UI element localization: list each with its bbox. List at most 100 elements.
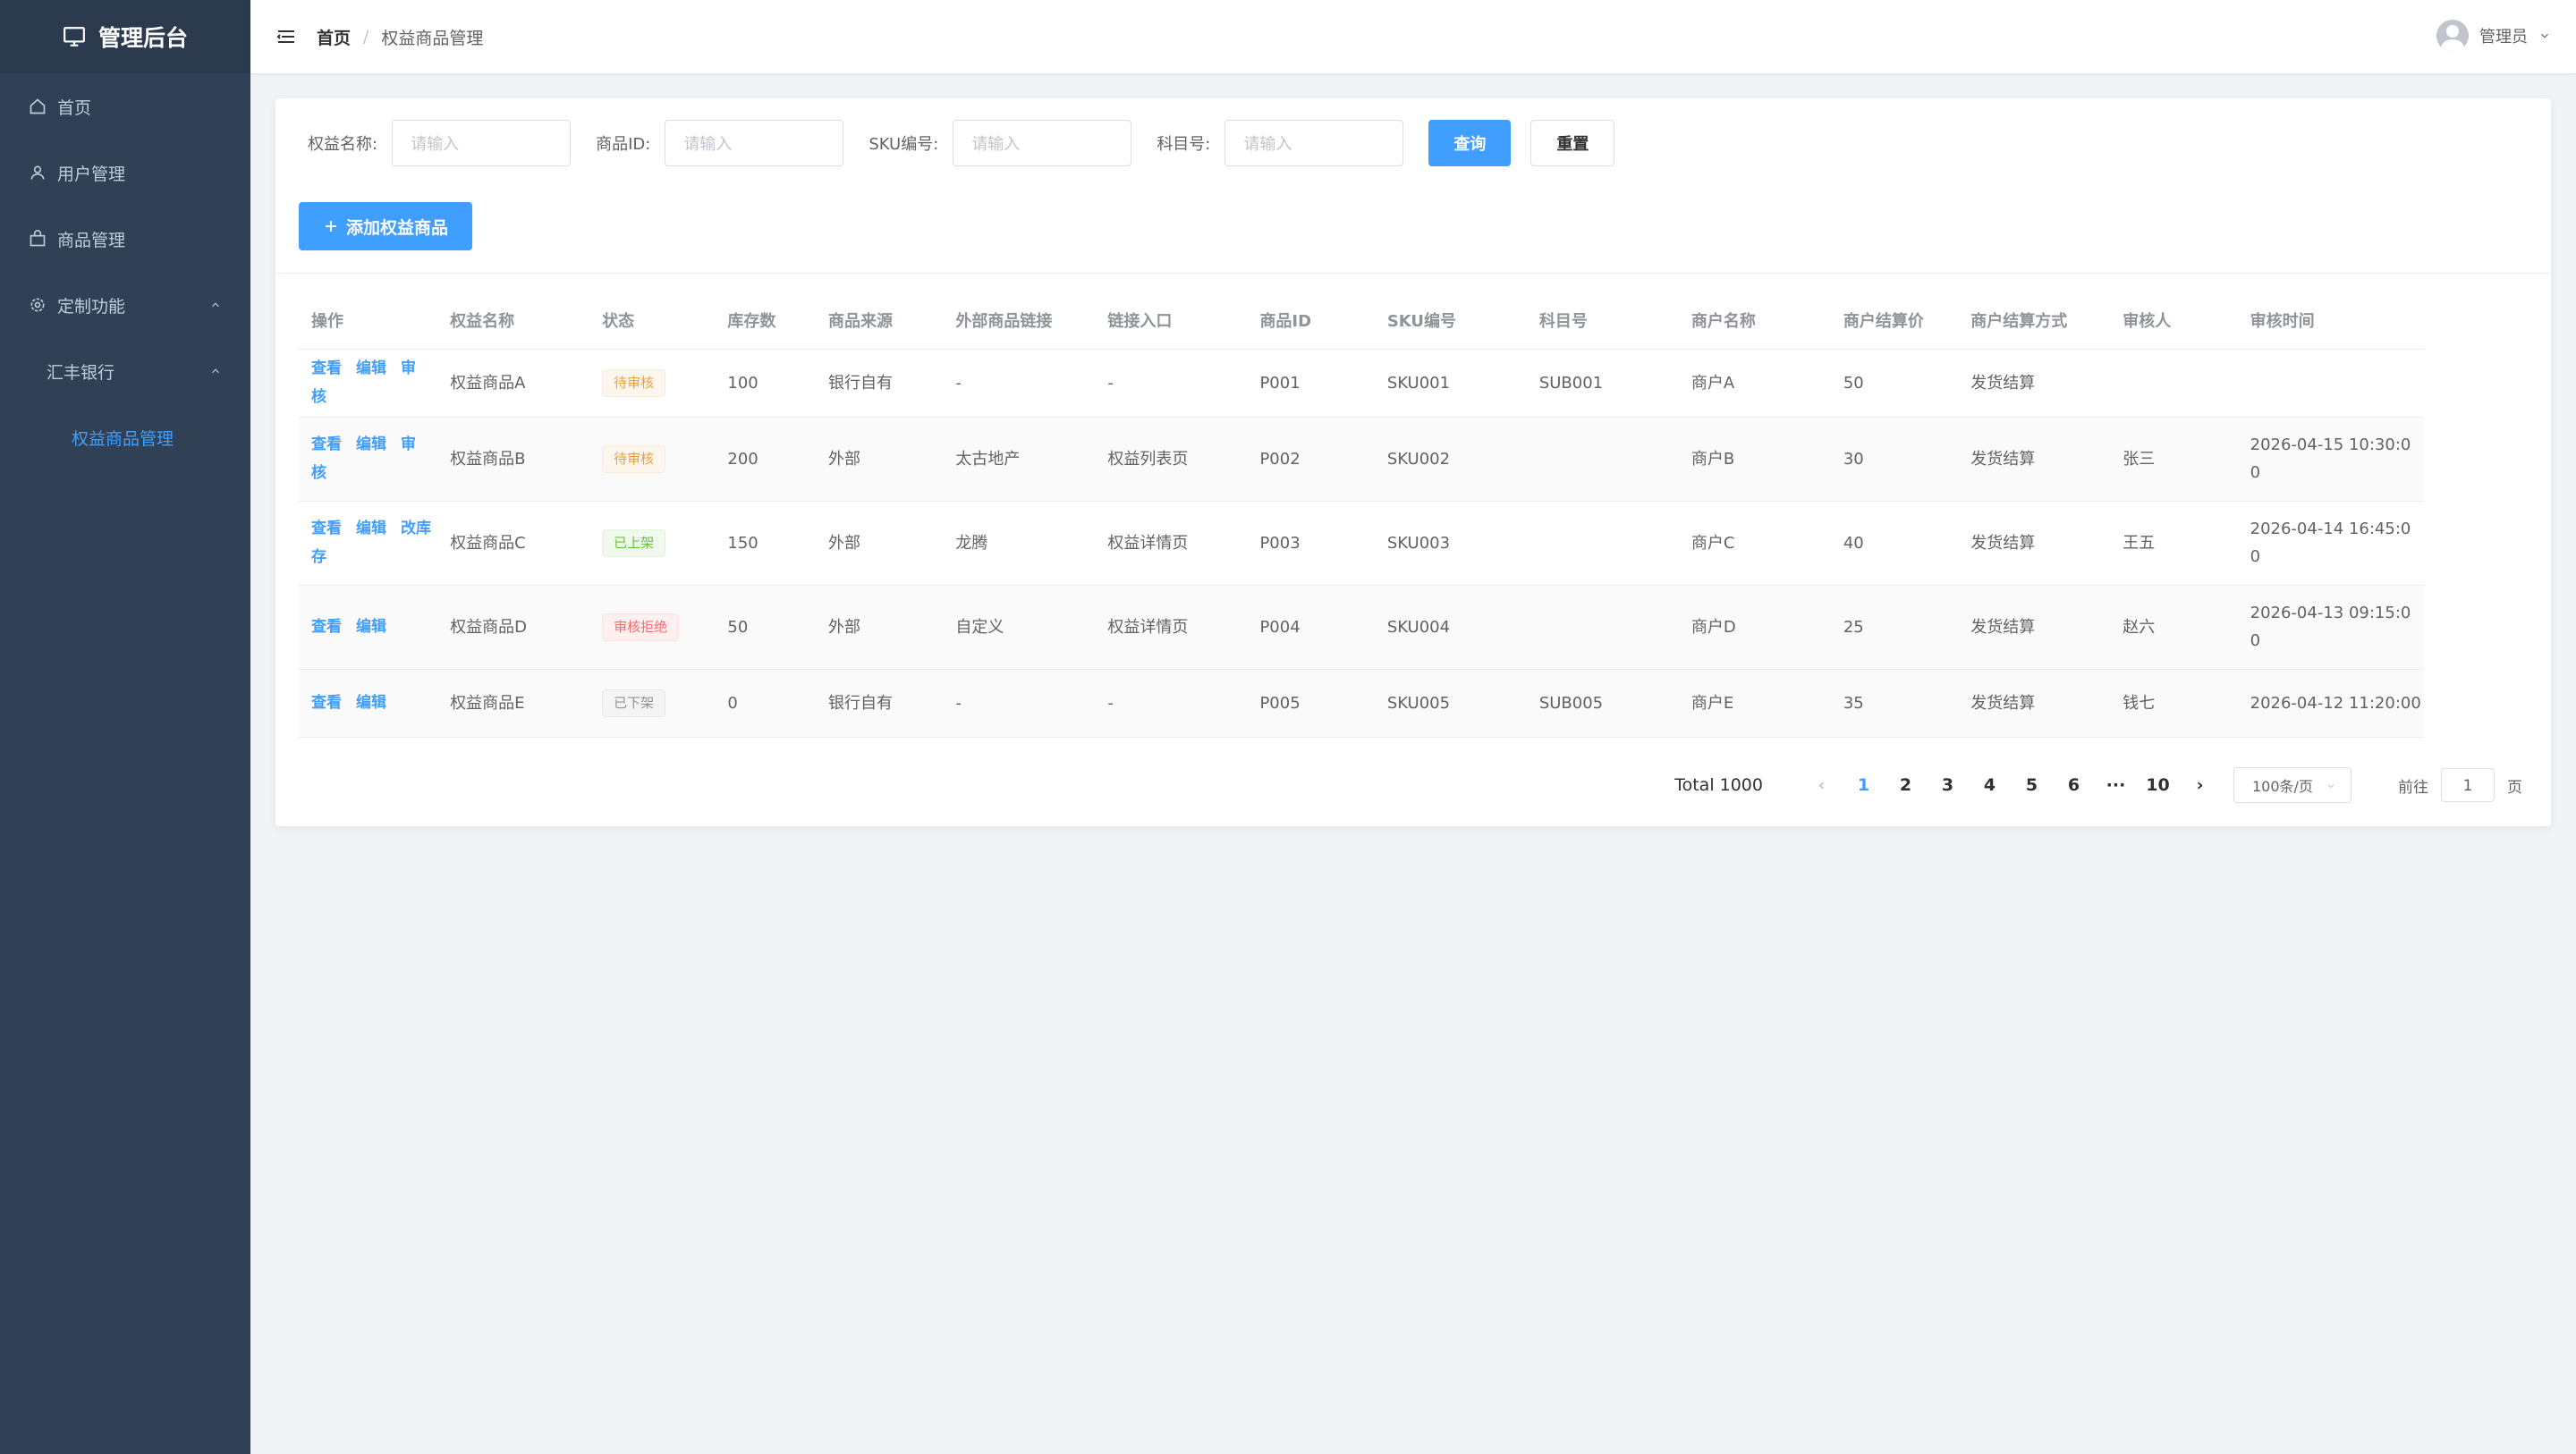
goto-page-input[interactable]: 1: [2441, 768, 2495, 802]
cell-settle: 发货结算: [1958, 349, 2111, 418]
breadcrumb-separator: /: [363, 27, 369, 46]
app-title: 管理后台: [97, 25, 188, 51]
cell-source: 外部: [816, 417, 944, 502]
sidebar-item-users[interactable]: 用户管理: [0, 139, 250, 206]
field-label: 科目号:: [1157, 135, 1211, 154]
page-number[interactable]: 3: [1927, 775, 1969, 795]
page-number[interactable]: 1: [1843, 775, 1885, 795]
sidebar-item-label: 商品管理: [57, 230, 126, 250]
gear-icon: [30, 298, 45, 312]
cell-sku: SKU002: [1374, 417, 1527, 502]
cell-settle: 发货结算: [1958, 501, 2111, 586]
cell-source: 外部: [816, 585, 944, 670]
benefit-table: 操作 权益名称 状态 库存数 商品来源 外部商品链接 链接入口 商品ID SKU…: [299, 292, 2424, 738]
view-link[interactable]: 查看: [311, 435, 342, 453]
cell-time: 2026-04-14 16:45:0 0: [2237, 501, 2424, 586]
next-page-button[interactable]: ›: [2179, 775, 2221, 795]
page-size-select[interactable]: 100条/页: [2233, 767, 2351, 803]
sidebar-item-products[interactable]: 商品管理: [0, 206, 250, 272]
time-line-wrap: 0: [2250, 463, 2261, 482]
chevron-up-icon: [212, 302, 219, 308]
row-actions: 查看 编辑 改库存: [299, 501, 438, 586]
page-number[interactable]: 10: [2137, 775, 2179, 795]
bag-icon: [30, 230, 46, 247]
sidebar-item-label: 用户管理: [57, 164, 126, 184]
cell-stock: 50: [715, 585, 817, 670]
view-link[interactable]: 查看: [311, 359, 342, 377]
page-number[interactable]: 5: [2011, 775, 2053, 795]
cell-ext-link: 自定义: [943, 585, 1096, 670]
query-button[interactable]: 查询: [1428, 120, 1512, 166]
cell-pid: P004: [1247, 585, 1375, 670]
cell-sku: SKU003: [1374, 501, 1527, 586]
cell-pid: P001: [1247, 349, 1375, 418]
benefit-name-input[interactable]: 请输入: [392, 120, 572, 166]
sidebar-item-home[interactable]: 首页: [0, 73, 250, 139]
cell-ext-link: 龙腾: [943, 501, 1096, 586]
pagination-total: Total 1000: [1674, 775, 1763, 795]
sku-input[interactable]: 请输入: [953, 120, 1132, 166]
status-badge: 已下架: [602, 689, 666, 717]
cell-pid: P002: [1247, 417, 1375, 502]
cell-subject: [1526, 501, 1679, 586]
sidebar-item-label: 首页: [57, 97, 92, 118]
prev-page-button[interactable]: ‹: [1801, 775, 1843, 795]
cell-source: 外部: [816, 501, 944, 586]
cell-subject: SUB005: [1526, 669, 1679, 738]
cell-price: 30: [1830, 417, 1959, 502]
sidebar-item-benefit-products[interactable]: 权益商品管理: [0, 404, 250, 470]
subject-input[interactable]: 请输入: [1224, 120, 1404, 166]
user-name: 管理员: [2479, 28, 2528, 46]
cell-time: 2026-04-15 10:30:0 0: [2237, 417, 2424, 502]
cell-status: 待审核: [589, 417, 716, 502]
chevron-down-icon: [2327, 784, 2334, 789]
product-id-input[interactable]: 请输入: [665, 120, 844, 166]
cell-settle: 发货结算: [1958, 669, 2111, 738]
page-number[interactable]: 2: [1885, 775, 1927, 795]
column-header: 科目号: [1526, 292, 1679, 350]
breadcrumb-home[interactable]: 首页: [317, 25, 351, 49]
chevron-up-icon: [212, 368, 219, 374]
view-link[interactable]: 查看: [311, 618, 342, 636]
edit-link[interactable]: 编辑: [356, 520, 386, 537]
time-line: 2026-04-15 10:30:0: [2250, 435, 2411, 454]
cell-merchant: 商户C: [1678, 501, 1831, 586]
edit-link[interactable]: 编辑: [356, 359, 386, 377]
field-label: 权益名称:: [308, 135, 378, 154]
sidebar-item-custom[interactable]: 定制功能: [0, 272, 250, 338]
column-header: 权益名称: [437, 292, 590, 350]
add-benefit-button[interactable]: 添加权益商品: [299, 202, 472, 250]
page-number[interactable]: 6: [2053, 775, 2095, 795]
cell-source: 银行自有: [816, 669, 944, 738]
cell-entry: -: [1095, 669, 1248, 738]
page-number[interactable]: 4: [1969, 775, 2011, 795]
sidebar-item-hsbc[interactable]: 汇丰银行: [0, 338, 250, 404]
cell-stock: 0: [715, 669, 817, 738]
cell-reviewer: 钱七: [2110, 669, 2238, 738]
search-field-sku: SKU编号: 请输入: [869, 120, 1132, 166]
search-field-pid: 商品ID: 请输入: [596, 120, 844, 166]
status-badge: 待审核: [602, 369, 666, 397]
cell-stock: 150: [715, 501, 817, 586]
column-header: 状态: [589, 292, 716, 350]
edit-link[interactable]: 编辑: [356, 618, 386, 636]
cell-name: 权益商品C: [437, 501, 590, 586]
status-badge: 待审核: [602, 445, 666, 473]
more-pages-ellipsis[interactable]: ···: [2095, 775, 2137, 795]
cell-ext-link: -: [943, 349, 1096, 418]
reset-button[interactable]: 重置: [1530, 120, 1615, 166]
view-link[interactable]: 查看: [311, 520, 342, 537]
view-link[interactable]: 查看: [311, 694, 342, 712]
edit-link[interactable]: 编辑: [356, 435, 386, 453]
column-header: 商品来源: [816, 292, 944, 350]
cell-name: 权益商品B: [437, 417, 590, 502]
cell-reviewer: 王五: [2110, 501, 2238, 586]
user-icon: [30, 165, 45, 180]
row-actions: 查看 编辑: [299, 669, 438, 738]
cell-entry: 权益详情页: [1095, 585, 1248, 670]
user-menu[interactable]: 管理员: [2436, 20, 2551, 52]
edit-link[interactable]: 编辑: [356, 694, 386, 712]
cell-entry: -: [1095, 349, 1248, 418]
hamburger-icon[interactable]: [275, 26, 297, 47]
column-header: 商户结算价: [1830, 292, 1959, 350]
